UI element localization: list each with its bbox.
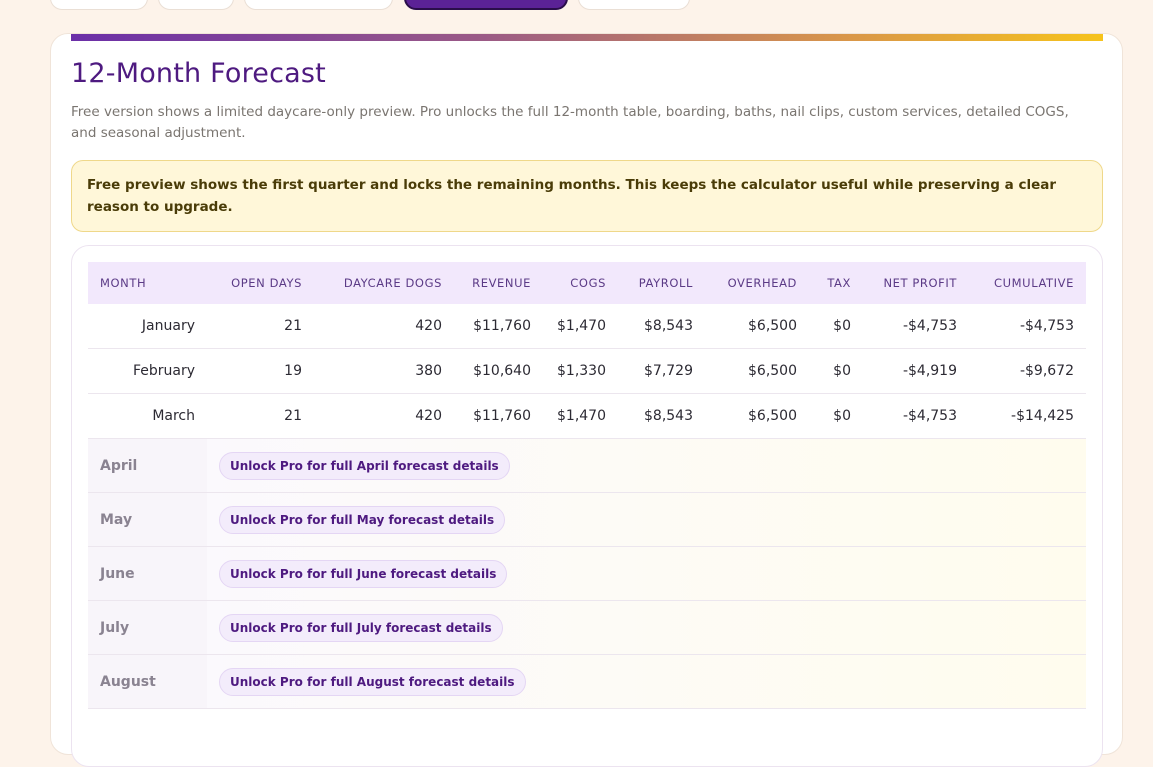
locked-row-june: June Unlock Pro for full June forecast d…	[88, 546, 1086, 601]
column-header: OPEN DAYS	[231, 276, 302, 290]
column-header: TAX	[827, 276, 851, 290]
table-row: March 21 420 $11,760 $1,470 $8,543 $6,50…	[88, 393, 1086, 439]
tab-bar	[0, 0, 1153, 10]
payroll-cell: $7,729	[618, 348, 705, 394]
unlock-pro-button-may[interactable]: Unlock Pro for full May forecast details	[219, 505, 506, 534]
daycare-dogs-cell: 380	[314, 348, 454, 394]
revenue-cell: $11,760	[454, 304, 543, 349]
tab-5[interactable]	[578, 0, 690, 10]
tab-3[interactable]	[244, 0, 393, 10]
locked-month-label: July	[88, 600, 207, 655]
overhead-cell: $6,500	[705, 393, 809, 439]
unlock-pro-button-july[interactable]: Unlock Pro for full July forecast detail…	[219, 613, 503, 642]
page-title: 12-Month Forecast	[71, 58, 326, 89]
column-header: COGS	[570, 276, 606, 290]
forecast-table-container: MONTH OPEN DAYS DAYCARE DOGS REVENUE COG…	[71, 245, 1103, 767]
cumulative-cell: -$4,753	[969, 304, 1086, 349]
tax-cell: $0	[809, 393, 863, 439]
column-header: CUMULATIVE	[994, 276, 1074, 290]
locked-row-july: July Unlock Pro for full July forecast d…	[88, 600, 1086, 655]
cogs-cell: $1,470	[543, 304, 618, 349]
tax-cell: $0	[809, 304, 863, 349]
cumulative-cell: -$14,425	[969, 393, 1086, 439]
table-header-row: MONTH OPEN DAYS DAYCARE DOGS REVENUE COG…	[88, 262, 1086, 304]
column-header: NET PROFIT	[883, 276, 957, 290]
unlock-pro-button-june[interactable]: Unlock Pro for full June forecast detail…	[219, 559, 508, 588]
locked-month-label: August	[88, 654, 207, 709]
open-days-cell: 21	[207, 393, 314, 439]
tax-cell: $0	[809, 348, 863, 394]
forecast-table: MONTH OPEN DAYS DAYCARE DOGS REVENUE COG…	[88, 262, 1086, 709]
cogs-cell: $1,330	[543, 348, 618, 394]
revenue-cell: $11,760	[454, 393, 543, 439]
locked-month-label: May	[88, 492, 207, 547]
net-profit-cell: -$4,753	[863, 304, 969, 349]
month-cell: January	[88, 304, 207, 349]
cumulative-cell: -$9,672	[969, 348, 1086, 394]
daycare-dogs-cell: 420	[314, 393, 454, 439]
page-subtitle: Free version shows a limited daycare-onl…	[71, 104, 1069, 141]
locked-month-label: June	[88, 546, 207, 601]
unlock-pro-button-august[interactable]: Unlock Pro for full August forecast deta…	[219, 667, 526, 696]
unlock-pro-button-april[interactable]: Unlock Pro for full April forecast detai…	[219, 451, 510, 480]
locked-row-april: April Unlock Pro for full April forecast…	[88, 438, 1086, 493]
column-header: PAYROLL	[638, 276, 693, 290]
overhead-cell: $6,500	[705, 348, 809, 394]
column-header: REVENUE	[472, 276, 531, 290]
revenue-cell: $10,640	[454, 348, 543, 394]
payroll-cell: $8,543	[618, 304, 705, 349]
overhead-cell: $6,500	[705, 304, 809, 349]
tab-2[interactable]	[158, 0, 234, 10]
open-days-cell: 19	[207, 348, 314, 394]
table-row: January 21 420 $11,760 $1,470 $8,543 $6,…	[88, 304, 1086, 349]
month-cell: March	[88, 393, 207, 439]
net-profit-cell: -$4,919	[863, 348, 969, 394]
column-header: MONTH	[100, 276, 147, 290]
net-profit-cell: -$4,753	[863, 393, 969, 439]
tab-4-active[interactable]	[404, 0, 568, 10]
daycare-dogs-cell: 420	[314, 304, 454, 349]
column-header: OVERHEAD	[727, 276, 797, 290]
free-preview-notice: Free preview shows the first quarter and…	[71, 160, 1103, 232]
locked-month-label: April	[88, 438, 207, 493]
locked-row-may: May Unlock Pro for full May forecast det…	[88, 492, 1086, 547]
accent-gradient-bar	[71, 34, 1103, 41]
open-days-cell: 21	[207, 304, 314, 349]
cogs-cell: $1,470	[543, 393, 618, 439]
tab-1[interactable]	[50, 0, 148, 10]
month-cell: February	[88, 348, 207, 394]
locked-row-august: August Unlock Pro for full August foreca…	[88, 654, 1086, 709]
forecast-card: 12-Month Forecast Free version shows a l…	[50, 33, 1123, 767]
table-row: February 19 380 $10,640 $1,330 $7,729 $6…	[88, 348, 1086, 394]
payroll-cell: $8,543	[618, 393, 705, 439]
column-header: DAYCARE DOGS	[343, 276, 442, 290]
